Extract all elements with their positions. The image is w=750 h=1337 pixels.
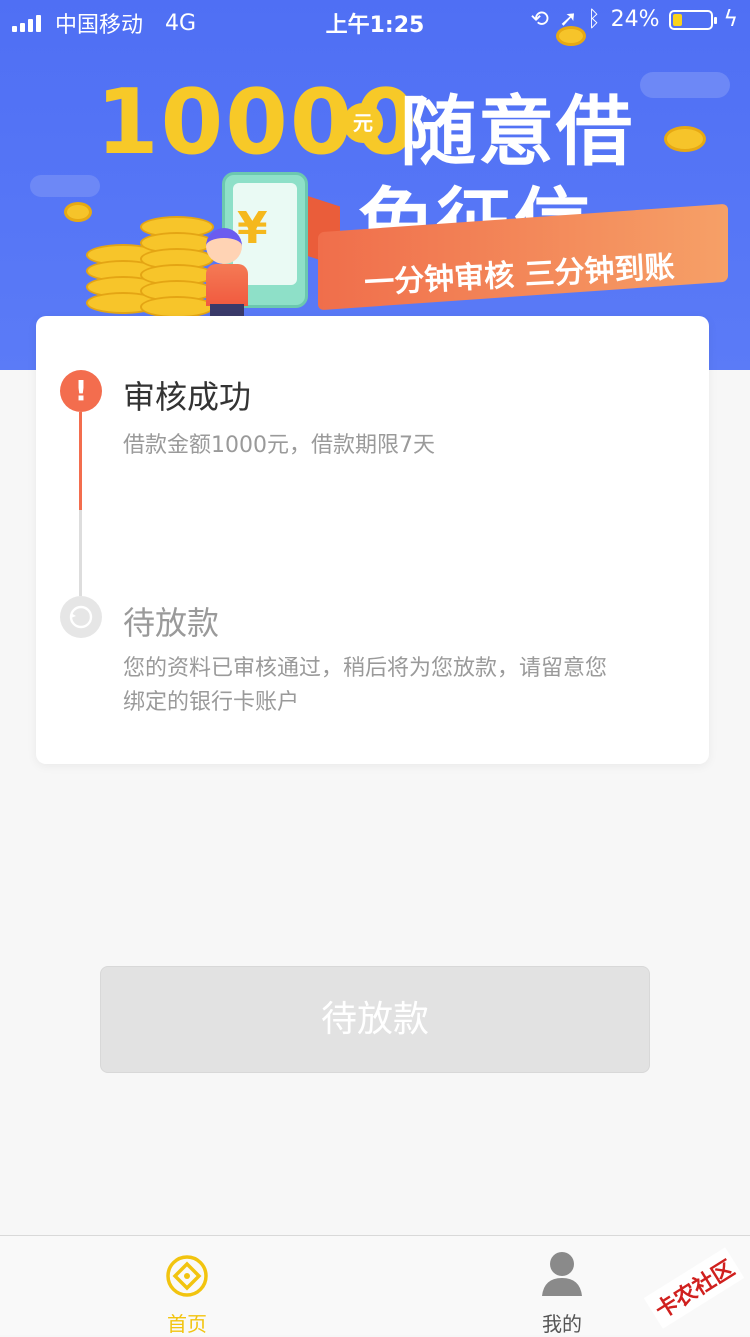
location-icon: ➚	[558, 7, 578, 32]
coin-decoration	[64, 202, 92, 222]
charging-icon: ϟ	[723, 7, 738, 32]
pending-clock-icon	[60, 596, 102, 638]
home-coin-icon	[166, 1255, 208, 1297]
progress-card: ! 审核成功 借款金额1000元，借款期限7天 待放款 您的资料已审核通过，稍后…	[36, 316, 709, 764]
cloud-decoration	[640, 72, 730, 98]
alert-icon: !	[60, 370, 102, 412]
user-icon	[542, 1252, 582, 1296]
status-bar: 中国移动 4G 上午1:25 ⟲ ➚ ᛒ 24% ϟ	[0, 0, 750, 40]
step-desc-approved: 借款金额1000元，借款期限7天	[123, 433, 435, 458]
coin-decoration	[664, 126, 706, 152]
cloud-decoration	[30, 175, 100, 197]
rotation-lock-icon: ⟲	[530, 7, 549, 32]
promo-banner: ¥ 10000 元 随意借 免征信 一分钟审核 三分钟到账	[0, 0, 750, 370]
step-desc-pending: 您的资料已审核通过，稍后将为您放款，请留意您绑定的银行卡账户	[123, 656, 608, 715]
progress-line-done	[79, 412, 82, 510]
person-illustration	[206, 228, 242, 264]
step-title-approved: 审核成功	[123, 378, 252, 416]
bluetooth-icon: ᛒ	[587, 7, 601, 32]
tab-mine-label: 我的	[542, 1312, 582, 1336]
step-title-pending: 待放款	[123, 604, 220, 642]
battery-icon	[669, 9, 718, 30]
tab-home[interactable]: 首页	[87, 1236, 287, 1336]
coin-stack	[140, 216, 214, 318]
battery-percent: 24%	[610, 7, 660, 32]
tab-mine[interactable]: 我的	[462, 1236, 662, 1336]
tab-bar: 首页 我的	[0, 1235, 750, 1336]
amount-unit-badge: 元	[343, 103, 383, 143]
pending-disbursement-button[interactable]: 待放款	[100, 966, 650, 1073]
tab-home-label: 首页	[167, 1312, 207, 1336]
progress-line-pending	[79, 510, 82, 596]
